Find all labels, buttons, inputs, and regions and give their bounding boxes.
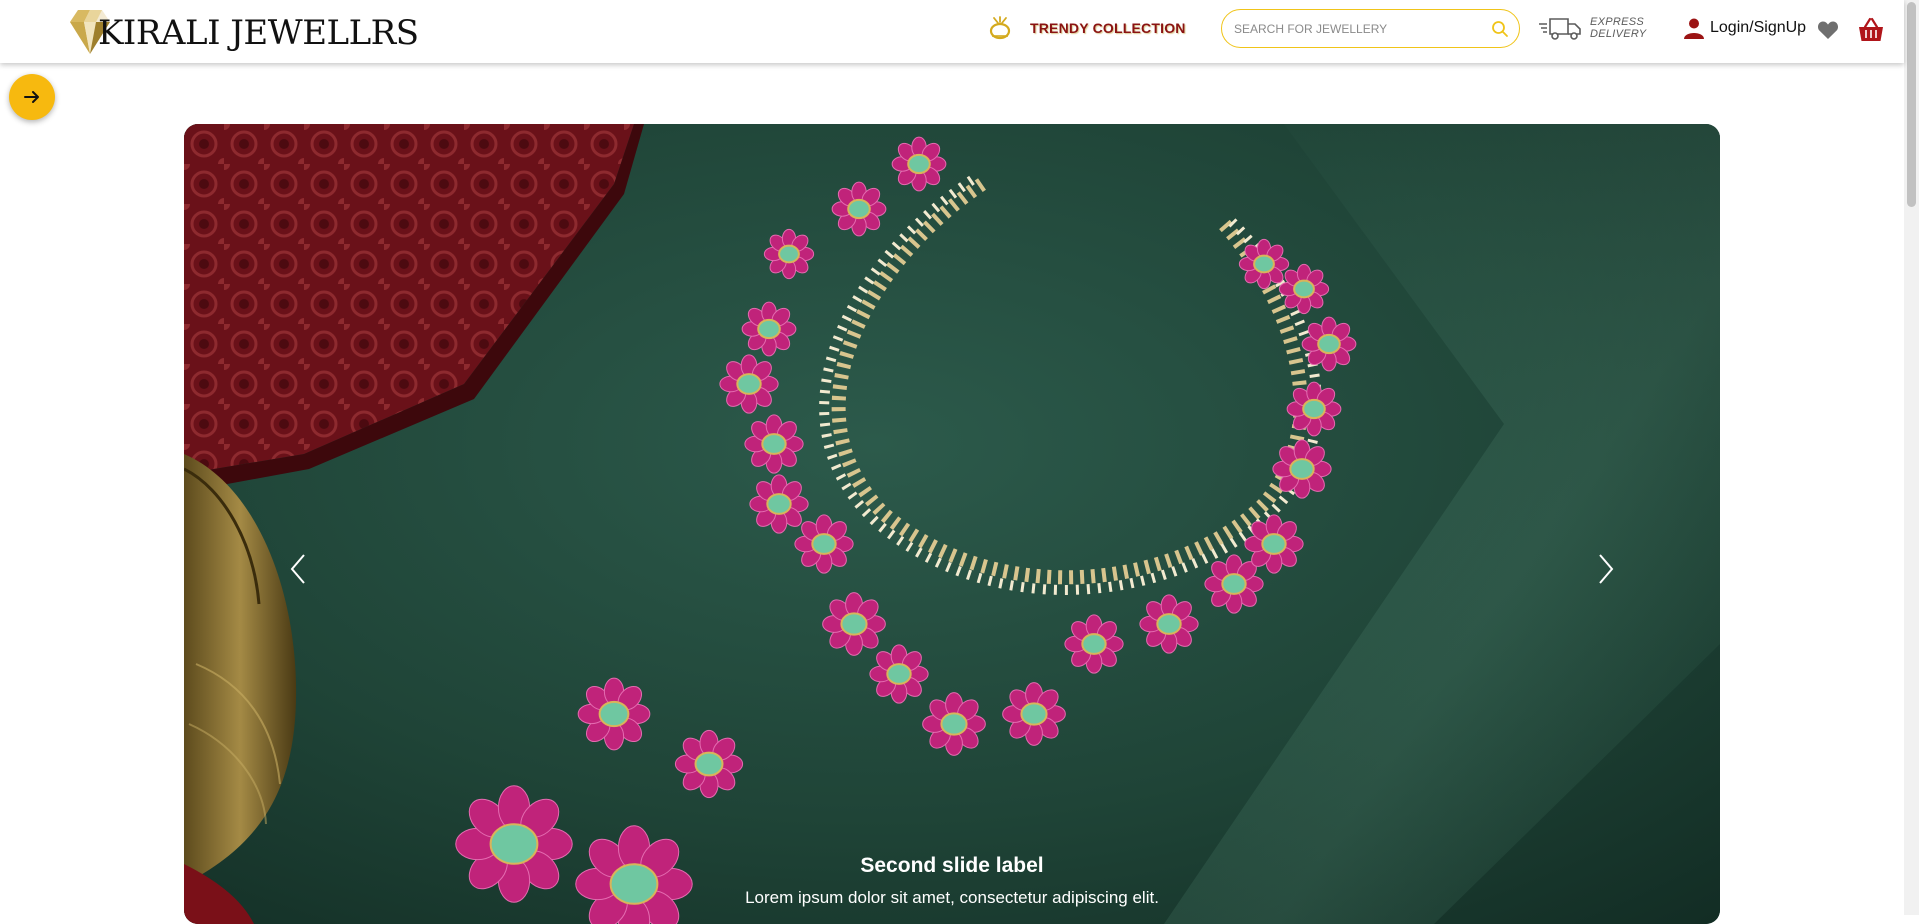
necklace-pendant <box>891 136 947 192</box>
chevron-left-icon <box>290 554 305 584</box>
slide-image <box>184 124 1720 924</box>
earring-top <box>577 677 651 751</box>
trendy-collection-label: TRENDY COLLECTION <box>1030 20 1186 36</box>
necklace-pendant <box>1301 316 1357 372</box>
search-input[interactable] <box>1232 20 1486 37</box>
scrollbar-thumb[interactable] <box>1907 2 1916 207</box>
basket-icon[interactable] <box>1858 17 1884 43</box>
carousel-prev-button[interactable] <box>268 524 328 614</box>
necklace-pendant <box>1286 381 1342 437</box>
necklace-pendant <box>1064 614 1124 674</box>
chevron-right-icon <box>1599 554 1614 584</box>
express-delivery: EXPRESS DELIVERY <box>1538 15 1646 41</box>
necklace-pendant <box>1244 514 1304 574</box>
trendy-collection-link[interactable]: TRENDY COLLECTION <box>988 15 1186 41</box>
necklace-pendant <box>1278 263 1330 315</box>
user-icon <box>1684 18 1704 39</box>
necklace-pendant <box>869 644 929 704</box>
necklace-pendant <box>831 181 887 237</box>
necklace-pendant <box>1139 594 1199 654</box>
search-icon[interactable] <box>1491 20 1509 38</box>
login-signup-label: Login/SignUp <box>1710 19 1807 36</box>
page-scrollbar[interactable] <box>1904 0 1919 915</box>
delivery-truck-icon <box>1539 18 1581 40</box>
sidebar-toggle-button[interactable] <box>9 74 55 120</box>
necklace-pendant <box>1002 682 1066 746</box>
ring-icon <box>989 16 1011 40</box>
necklace-pendant <box>741 301 797 357</box>
earring-top <box>674 729 744 799</box>
necklace-pendant <box>922 692 986 756</box>
necklace-pendant <box>749 474 809 534</box>
slide-caption-text: Lorem ipsum dolor sit amet, consectetur … <box>745 888 1159 907</box>
top-navbar: KIRALI JEWELLRS TRENDY COLLECTION EXPRES… <box>0 0 1904 63</box>
necklace-pendant <box>719 354 779 414</box>
express-line-1: EXPRESS <box>1590 16 1645 28</box>
arrow-right-icon <box>24 91 39 103</box>
necklace-pendant <box>794 514 854 574</box>
necklace-pendant <box>1238 238 1290 290</box>
hero-carousel: Second slide label Lorem ipsum dolor sit… <box>184 124 1720 924</box>
earring-drop <box>455 785 573 903</box>
necklace-pendant <box>763 228 815 280</box>
carousel-next-button[interactable] <box>1576 524 1636 614</box>
search-box[interactable] <box>1221 9 1520 48</box>
necklace-pendant <box>822 592 886 656</box>
brand-name: KIRALI JEWELLRS <box>98 13 419 53</box>
brand-logo[interactable]: KIRALI JEWELLRS <box>70 8 419 56</box>
necklace-pendant <box>744 414 804 474</box>
necklace-pendant <box>1272 439 1332 499</box>
express-delivery-label: EXPRESS DELIVERY <box>1590 16 1646 40</box>
login-signup-button[interactable]: Login/SignUp <box>1683 17 1806 39</box>
heart-icon[interactable] <box>1817 20 1839 40</box>
slide-caption-title: Second slide label <box>860 854 1044 877</box>
express-line-2: DELIVERY <box>1590 28 1647 40</box>
